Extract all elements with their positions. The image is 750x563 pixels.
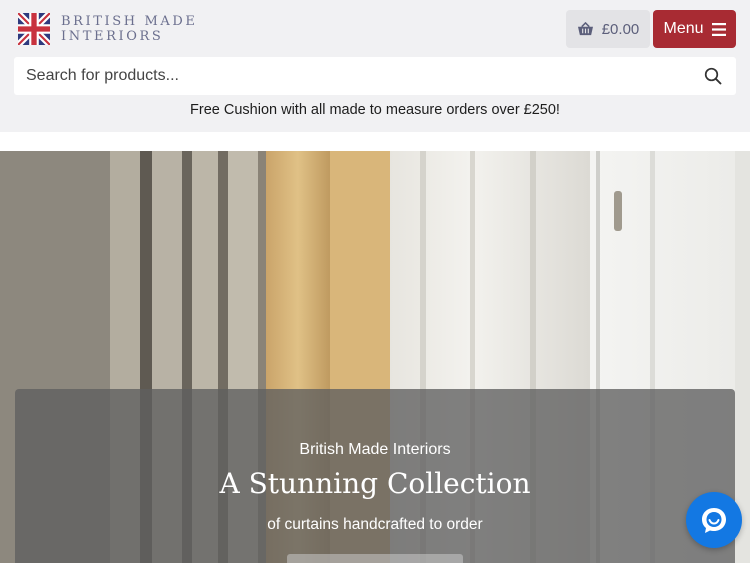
hero-overlay: British Made Interiors A Stunning Collec… xyxy=(15,389,735,563)
hero-banner: British Made Interiors A Stunning Collec… xyxy=(0,151,750,563)
hero-subtext: of curtains handcrafted to order xyxy=(267,516,483,533)
site-header: BRITISH MADE INTERIORS £0.00 Menu Free C… xyxy=(0,0,750,132)
brand-name: BRITISH MADE INTERIORS xyxy=(61,14,197,44)
brand-logo[interactable]: BRITISH MADE INTERIORS xyxy=(18,12,218,46)
basket-total: £0.00 xyxy=(601,20,640,38)
menu-button[interactable]: Menu xyxy=(653,10,736,48)
basket-button[interactable]: £0.00 xyxy=(566,10,650,48)
search-icon[interactable] xyxy=(704,67,722,85)
search-input[interactable] xyxy=(14,57,674,95)
search-bar xyxy=(14,57,736,95)
hamburger-icon xyxy=(711,22,726,36)
promo-banner: Free Cushion with all made to measure or… xyxy=(190,102,560,118)
menu-label: Menu xyxy=(663,20,704,37)
brand-line-2: INTERIORS xyxy=(61,29,164,44)
brand-line-1: BRITISH MADE xyxy=(61,14,198,29)
chat-icon xyxy=(702,508,726,533)
union-jack-logo-icon xyxy=(18,13,50,45)
hero-cta-button[interactable] xyxy=(287,554,463,563)
hero-headline: A Stunning Collection xyxy=(219,467,531,500)
basket-icon xyxy=(577,21,593,35)
hero-kicker: British Made Interiors xyxy=(299,441,451,458)
chat-button[interactable] xyxy=(686,492,742,548)
